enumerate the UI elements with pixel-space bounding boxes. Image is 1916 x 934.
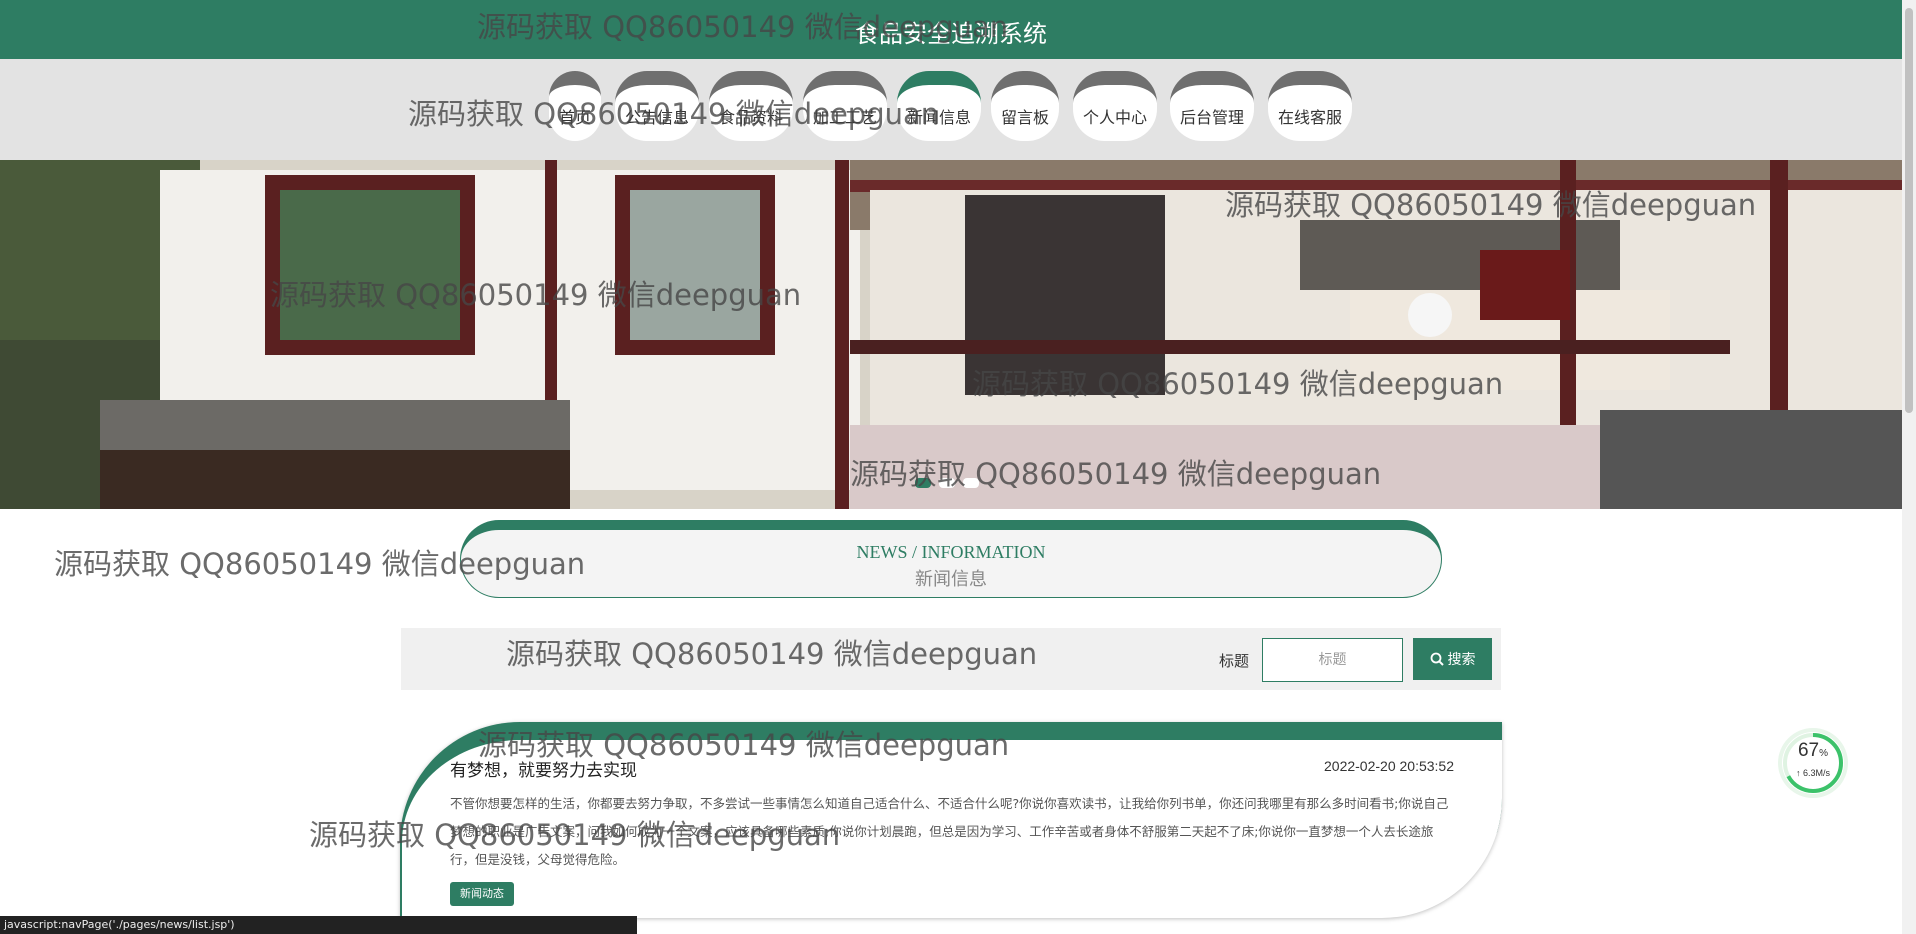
nav-item-online-service[interactable]: 在线客服 [1268, 71, 1352, 141]
search-icon [1430, 652, 1444, 666]
nav-item-home[interactable]: 首页 [549, 71, 601, 141]
news-summary: 不管你想要怎样的生活，你都要去努力争取，不多尝试一些事情怎么知道自己适合什么、不… [450, 796, 1449, 867]
search-button-label: 搜索 [1447, 652, 1476, 668]
speed-rate: ↑ 6.3M/s [1795, 768, 1830, 778]
nav-item-message-board[interactable]: 留言板 [991, 71, 1059, 141]
scrollbar-thumb[interactable] [1905, 8, 1913, 413]
main-nav: 首页 公告信息 食品资料 加工工艺 新闻信息 留言板 个人中心 后台管理 在线客… [0, 59, 1902, 160]
banner-carousel[interactable] [0, 160, 1902, 509]
search-button[interactable]: 搜索 [1413, 638, 1492, 680]
search-input[interactable] [1262, 638, 1403, 682]
carousel-dot[interactable] [963, 478, 979, 488]
section-title-cn: 新闻信息 [915, 569, 987, 590]
carousel-indicators [915, 478, 979, 488]
site-title: 食品安全追溯系统 [855, 20, 1047, 48]
speed-percent: 67% [1797, 740, 1829, 761]
news-item[interactable]: 有梦想，就要努力去实现 2022-02-20 20:53:52 不管你想要怎样的… [400, 722, 1502, 918]
search-label: 标题 [1219, 652, 1250, 670]
section-header: NEWS / INFORMATION 新闻信息 [460, 520, 1442, 598]
page-scrollbar[interactable] [1902, 0, 1916, 934]
nav-item-news[interactable]: 新闻信息 [897, 71, 981, 141]
network-speed-widget[interactable]: 67% ↑ 6.3M/s [1782, 732, 1844, 794]
search-bar: 标题 搜索 [401, 628, 1501, 690]
nav-item-personal-center[interactable]: 个人中心 [1073, 71, 1157, 141]
nav-item-food-info[interactable]: 食品资料 [709, 71, 793, 141]
carousel-dot[interactable] [939, 478, 955, 488]
nav-item-notices[interactable]: 公告信息 [615, 71, 699, 141]
news-title[interactable]: 有梦想，就要努力去实现 [450, 756, 637, 781]
news-category-tag[interactable]: 新闻动态 [450, 882, 514, 906]
nav-item-admin[interactable]: 后台管理 [1170, 71, 1254, 141]
browser-status-bar: javascript:navPage('./pages/news/list.js… [0, 916, 637, 934]
top-header-bar: 食品安全追溯系统 [0, 0, 1902, 59]
section-title-en: NEWS / INFORMATION [856, 542, 1046, 562]
banner-image [0, 160, 1902, 509]
carousel-dot[interactable] [915, 478, 931, 488]
news-time: 2022-02-20 20:53:52 [1324, 758, 1454, 774]
nav-item-process[interactable]: 加工工艺 [803, 71, 887, 141]
